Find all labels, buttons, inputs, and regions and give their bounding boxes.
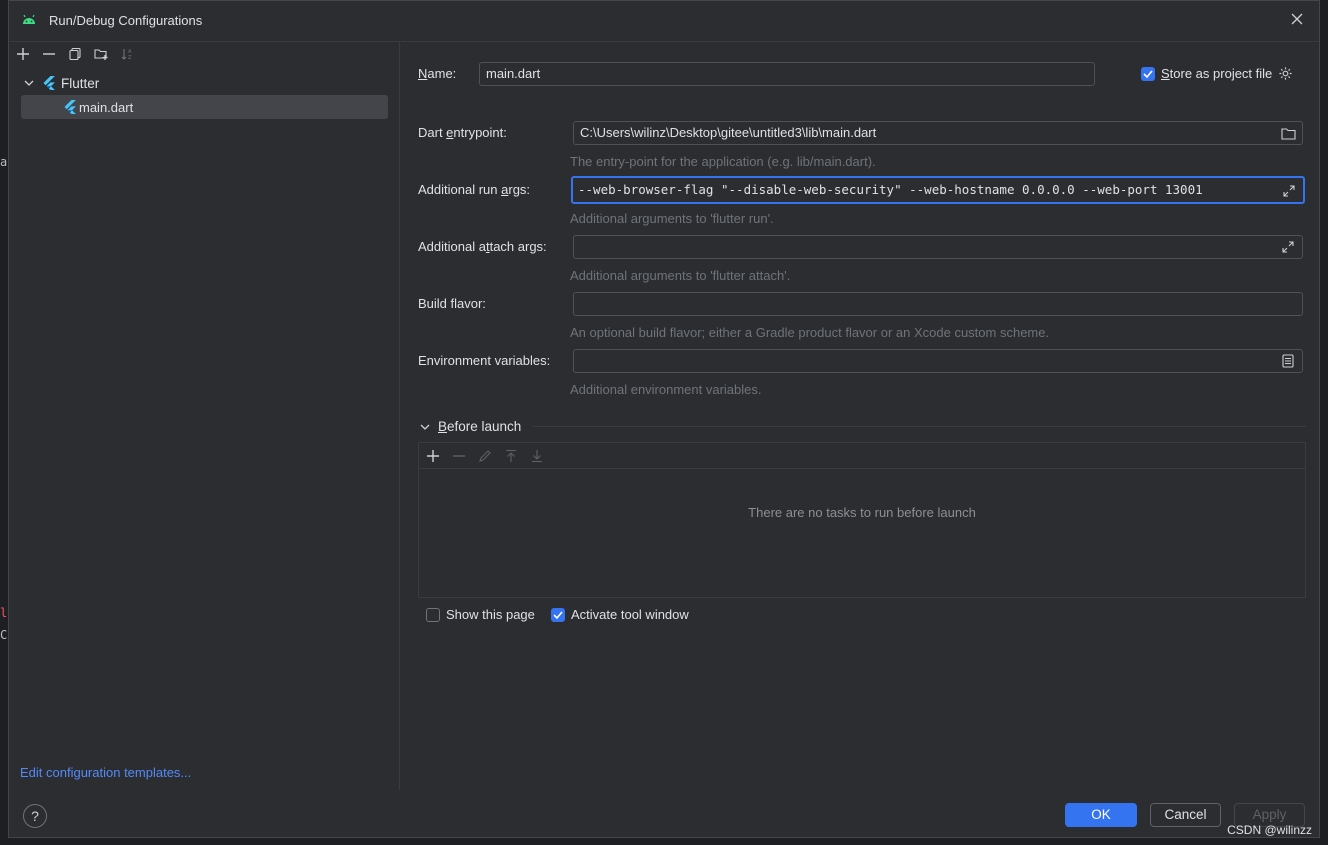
show-this-page-checkbox[interactable] [426,607,440,622]
checkmark-icon [1143,69,1153,78]
additional-run-args-input[interactable]: --web-browser-flag "--disable-web-securi… [571,176,1305,204]
dart-entrypoint-value: C:\Users\wilinz\Desktop\gitee\untitled3\… [580,125,877,140]
build-flavor-hint: An optional build flavor; either a Gradl… [570,325,1050,340]
no-tasks-message: There are no tasks to run before launch [748,505,976,520]
configuration-form: Name: main.dart Store as project file Da… [401,41,1319,790]
dart-entrypoint-input[interactable]: C:\Users\wilinz\Desktop\gitee\untitled3\… [573,121,1303,145]
store-as-project-file-label: Store as project file [1161,66,1273,81]
name-label: Name: [418,66,457,81]
move-task-up-button[interactable] [501,446,521,466]
dart-entrypoint-label: Dart entrypoint: [418,125,507,140]
edit-environment-variables-button[interactable] [1280,353,1296,369]
additional-run-args-value: --web-browser-flag "--disable-web-securi… [578,182,1203,197]
before-launch-toolbar [419,443,1305,469]
tree-toolbar: AZ [13,44,137,66]
arrow-down-icon [532,449,542,462]
environment-variables-hint: Additional environment variables. [570,382,762,397]
folder-icon [1280,127,1296,140]
title-bar: Run/Debug Configurations [9,1,1319,41]
additional-run-args-hint: Additional arguments to 'flutter run'. [570,211,774,226]
copy-icon [69,47,81,61]
section-divider [533,426,1306,427]
pencil-icon [479,449,491,462]
help-button[interactable]: ? [23,804,47,828]
arrow-up-icon [506,449,516,462]
close-button[interactable] [1287,11,1307,31]
store-as-project-file-checkbox[interactable] [1141,66,1155,81]
cancel-button[interactable]: Cancel [1150,803,1221,827]
add-task-button[interactable] [423,446,443,466]
background-code-fragment: C [0,628,8,642]
plus-icon [427,449,439,462]
new-folder-button[interactable] [91,44,111,64]
background-code-fragment: l [0,606,8,620]
additional-attach-args-hint: Additional arguments to 'flutter attach'… [570,268,791,283]
before-launch-header[interactable]: Before launch [418,419,1306,434]
store-as-project-file-option[interactable]: Store as project file [1141,66,1293,81]
expand-icon [1283,185,1295,197]
android-icon [21,12,37,31]
run-debug-configurations-dialog: Run/Debug Configurations AZ Flutter main… [8,0,1320,838]
close-icon [1291,13,1303,25]
add-configuration-button[interactable] [13,44,33,64]
configuration-tree-panel: AZ Flutter main.dart Edit configuration … [9,41,400,790]
expand-icon [1282,241,1294,253]
activate-tool-window-option[interactable]: Activate tool window [551,607,689,622]
expand-field-button[interactable] [1280,239,1296,255]
expand-field-button[interactable] [1281,183,1297,199]
document-list-icon [1282,354,1294,368]
build-flavor-label: Build flavor: [418,296,486,311]
flutter-icon [43,76,55,90]
flutter-icon [64,100,76,114]
gear-icon[interactable] [1278,66,1293,81]
build-flavor-input[interactable] [573,292,1303,316]
tree-item-main-dart[interactable]: main.dart [21,95,388,119]
tree-group-label: Flutter [61,75,100,91]
activate-tool-window-checkbox[interactable] [551,607,565,622]
plus-icon [17,48,29,60]
minus-icon [43,53,55,55]
minus-icon [453,454,465,457]
edit-configuration-templates-link[interactable]: Edit configuration templates... [20,765,191,780]
tree-group-flutter[interactable]: Flutter [21,71,99,95]
tree-item-label: main.dart [79,99,134,115]
remove-configuration-button[interactable] [39,44,59,64]
sort-az-icon: AZ [121,49,132,61]
edit-task-button[interactable] [475,446,495,466]
background-ide-edge [0,0,8,845]
watermark: CSDN @wilinzz [1227,823,1312,837]
browse-folder-button[interactable] [1280,125,1296,141]
sort-configurations-button[interactable]: AZ [117,44,137,64]
chevron-down-icon[interactable] [418,420,432,434]
svg-text:Z: Z [128,55,132,61]
folder-add-icon [93,49,107,60]
additional-run-args-label: Additional run args: [418,182,531,197]
dialog-title: Run/Debug Configurations [49,13,203,28]
environment-variables-input[interactable] [573,349,1303,373]
show-this-page-label: Show this page [446,607,535,622]
environment-variables-label: Environment variables: [418,353,551,368]
additional-attach-args-label: Additional attach args: [418,239,547,254]
chevron-down-icon[interactable] [21,75,37,91]
dart-entrypoint-hint: The entry-point for the application (e.g… [570,154,876,169]
move-task-down-button[interactable] [527,446,547,466]
remove-task-button[interactable] [449,446,469,466]
copy-configuration-button[interactable] [65,44,85,64]
ok-button[interactable]: OK [1065,803,1137,827]
dialog-footer: ? OK Cancel Apply [9,790,1319,839]
before-launch-title: Before launch [438,419,522,434]
name-input[interactable]: main.dart [479,62,1095,86]
before-launch-task-list: There are no tasks to run before launch [418,442,1306,598]
additional-attach-args-input[interactable] [573,235,1303,259]
activate-tool-window-label: Activate tool window [571,607,689,622]
show-this-page-option[interactable]: Show this page [426,607,535,622]
checkmark-icon [553,610,563,619]
